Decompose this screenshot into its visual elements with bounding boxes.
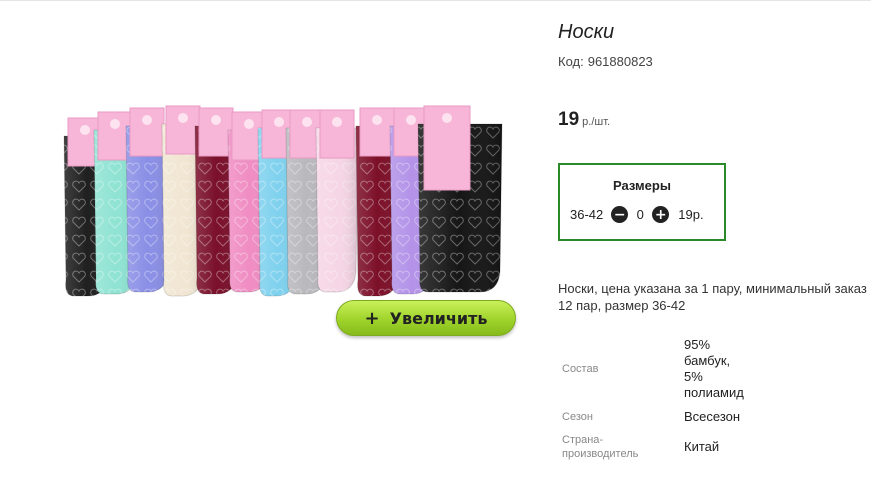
size-price: 19р. bbox=[678, 207, 704, 222]
country-label-line: Страна- bbox=[562, 434, 604, 446]
code-value: 961880823 bbox=[587, 54, 653, 69]
composition-line: бамбук, bbox=[684, 353, 731, 368]
price-unit: р./шт. bbox=[582, 116, 611, 128]
zoom-button[interactable]: + Увеличить bbox=[336, 300, 516, 336]
composition-line: полиамид bbox=[684, 385, 744, 400]
product-description: Носки, цена указана за 1 пару, минимальн… bbox=[558, 281, 867, 313]
plus-icon: + bbox=[364, 307, 380, 329]
spec-value-season: Всесезон bbox=[684, 409, 741, 424]
composition-line: 95% bbox=[684, 337, 711, 352]
socks-illustration bbox=[63, 105, 503, 297]
sock-12 bbox=[417, 105, 503, 293]
sizes-panel: Размеры 36-42 − 0 + 19р. bbox=[558, 163, 726, 241]
spec-value-composition: 95% бамбук, 5% полиамид bbox=[684, 337, 744, 401]
product-title: Носки bbox=[558, 21, 615, 43]
composition-line: 5% bbox=[684, 369, 703, 384]
product-code: Код: 961880823 bbox=[558, 54, 653, 69]
spec-label-composition: Состав bbox=[562, 363, 599, 375]
product-price: 19 р./шт. bbox=[558, 109, 610, 131]
zoom-button-label: Увеличить bbox=[389, 308, 488, 328]
code-label: Код: bbox=[558, 54, 584, 69]
size-row: 36-42 − 0 + 19р. bbox=[570, 206, 704, 223]
spec-label-country: Страна- производитель bbox=[562, 433, 638, 461]
price-value: 19 bbox=[558, 109, 580, 130]
quantity-value[interactable]: 0 bbox=[628, 207, 652, 222]
sock-9 bbox=[315, 109, 359, 293]
top-divider bbox=[0, 0, 871, 1]
spec-label-season: Сезон bbox=[562, 411, 593, 423]
product-image[interactable] bbox=[52, 88, 522, 313]
sizes-heading: Размеры bbox=[613, 178, 671, 193]
plus-circle-icon[interactable]: + bbox=[652, 206, 670, 223]
minus-circle-icon[interactable]: − bbox=[611, 206, 629, 223]
size-value: 36-42 bbox=[570, 207, 604, 222]
spec-value-country: Китай bbox=[684, 439, 720, 454]
country-label-line: производитель bbox=[562, 448, 639, 460]
